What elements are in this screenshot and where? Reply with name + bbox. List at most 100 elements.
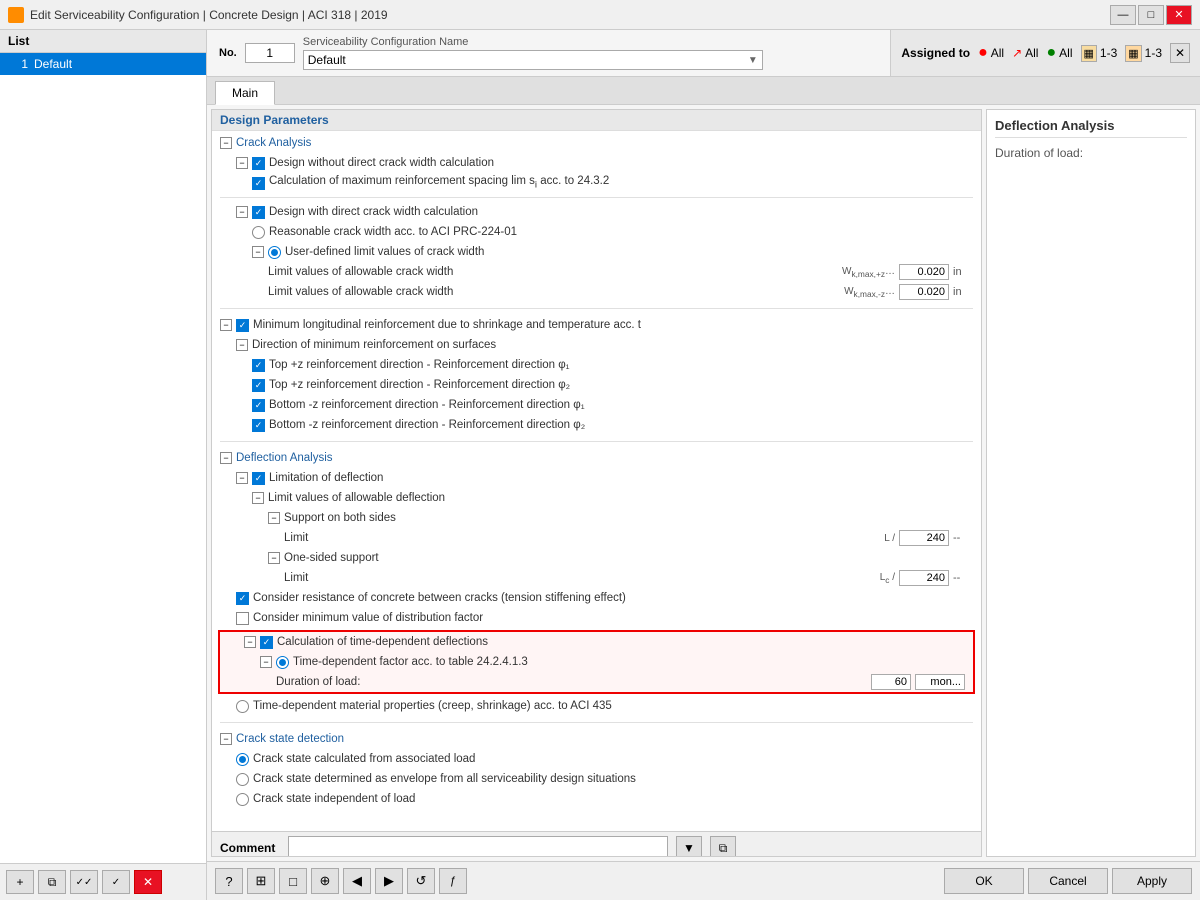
limitation-checkbox[interactable] <box>252 472 265 485</box>
cancel-button[interactable]: Cancel <box>1028 868 1108 894</box>
time-dependent-expand[interactable]: − <box>244 636 256 648</box>
design-with-checkbox[interactable] <box>252 206 265 219</box>
support-one-row: − One-sided support <box>260 548 981 568</box>
bot-z-phi2-checkbox[interactable] <box>252 419 265 432</box>
support-both-limit-label: Limit <box>284 532 884 544</box>
top-z-phi2-checkbox[interactable] <box>252 379 265 392</box>
min-reinforcement-expand[interactable]: − <box>220 319 232 331</box>
support-both-expand[interactable]: − <box>268 512 280 524</box>
params-panel: Design Parameters − Crack Analysis − Des… <box>211 109 982 857</box>
grid-icon-1: ▦ <box>1081 45 1097 62</box>
assigned-badge-1: ● All <box>978 44 1004 62</box>
help-button[interactable]: ? <box>215 868 243 894</box>
crack-value-pos[interactable] <box>899 264 949 280</box>
crack-from-load-label: Crack state calculated from associated l… <box>253 753 973 765</box>
design-without-expand[interactable]: − <box>236 157 248 169</box>
time-dependent-checkbox[interactable] <box>260 636 273 649</box>
copy-button[interactable]: ⧉ <box>38 870 66 894</box>
minimize-button[interactable]: — <box>1110 5 1136 25</box>
undo-button[interactable]: ↺ <box>407 868 435 894</box>
crack-analysis-expand[interactable]: − <box>220 137 232 149</box>
maximize-button[interactable]: □ <box>1138 5 1164 25</box>
crack-limit-neg-values: Wk,max,-z… in <box>844 284 973 300</box>
support-one-label: One-sided support <box>284 552 973 564</box>
window-button[interactable]: □ <box>279 868 307 894</box>
sidebar-item-default[interactable]: 1 Default <box>0 53 206 75</box>
crack-value-neg[interactable] <box>899 284 949 300</box>
crack-unit-neg: in <box>953 286 973 298</box>
design-params-header: Design Parameters <box>212 110 981 131</box>
comment-copy-button[interactable]: ⧉ <box>710 836 736 857</box>
function-button[interactable]: ƒ <box>439 868 467 894</box>
support-one-expand[interactable]: − <box>268 552 280 564</box>
grid-button[interactable]: ⊞ <box>247 868 275 894</box>
limit-values-row: − Limit values of allowable deflection <box>244 488 981 508</box>
app-icon <box>8 7 24 23</box>
name-dropdown[interactable]: Default ▼ <box>303 50 763 70</box>
material-props-label: Time-dependent material properties (cree… <box>253 700 973 712</box>
duration-value[interactable] <box>871 674 911 690</box>
deflection-panel-title: Deflection Analysis <box>995 118 1187 138</box>
deflection-analysis-expand[interactable]: − <box>220 452 232 464</box>
max-spacing-checkbox[interactable] <box>252 177 265 190</box>
sidebar-item-label: Default <box>34 57 72 71</box>
bot-z-phi1-label: Bottom -z reinforcement direction - Rein… <box>269 399 973 411</box>
support-one-value[interactable] <box>899 570 949 586</box>
crack-independent-row: Crack state independent of load <box>228 789 981 809</box>
crack-envelope-radio[interactable] <box>236 773 249 786</box>
crack-independent-radio[interactable] <box>236 793 249 806</box>
design-with-row: − Design with direct crack width calcula… <box>228 202 981 222</box>
user-defined-expand[interactable]: − <box>252 246 264 258</box>
assigned-badge-5: ▦ 1-3 <box>1125 45 1162 62</box>
divider-2 <box>220 308 973 309</box>
design-without-checkbox[interactable] <box>252 157 265 170</box>
add-toolbar-button[interactable]: ⊕ <box>311 868 339 894</box>
prev-button[interactable]: ◀ <box>343 868 371 894</box>
next-button[interactable]: ▶ <box>375 868 403 894</box>
crack-limit-neg-label: Limit values of allowable crack width <box>268 286 844 298</box>
min-reinforcement-row: − Minimum longitudinal reinforcement due… <box>212 315 981 335</box>
material-props-radio[interactable] <box>236 700 249 713</box>
min-reinforcement-checkbox[interactable] <box>236 319 249 332</box>
sidebar-header: List <box>0 30 206 53</box>
sidebar-item-num: 1 <box>8 57 28 71</box>
design-with-expand[interactable]: − <box>236 206 248 218</box>
check2-button[interactable]: ✓ <box>102 870 130 894</box>
crack-independent-label: Crack state independent of load <box>253 793 973 805</box>
sidebar-toolbar: + ⧉ ✓✓ ✓ ✕ <box>0 863 206 900</box>
reasonable-crack-label: Reasonable crack width acc. to ACI PRC-2… <box>269 226 973 238</box>
check1-button[interactable]: ✓✓ <box>70 870 98 894</box>
assigned-delete-button[interactable]: ✕ <box>1170 43 1190 63</box>
direction-expand[interactable]: − <box>236 339 248 351</box>
limit-values-expand[interactable]: − <box>252 492 264 504</box>
comment-input[interactable] <box>288 836 668 857</box>
add-button[interactable]: + <box>6 870 34 894</box>
bot-z-phi1-checkbox[interactable] <box>252 399 265 412</box>
no-input[interactable] <box>245 43 295 63</box>
support-both-value[interactable] <box>899 530 949 546</box>
limitation-expand[interactable]: − <box>236 472 248 484</box>
close-button[interactable]: ✕ <box>1166 5 1192 25</box>
crack-envelope-row: Crack state determined as envelope from … <box>228 769 981 789</box>
time-factor-expand[interactable]: − <box>260 656 272 668</box>
user-defined-radio[interactable] <box>268 246 281 259</box>
consider-minimum-checkbox[interactable] <box>236 612 249 625</box>
consider-resistance-checkbox[interactable] <box>236 592 249 605</box>
time-factor-radio[interactable] <box>276 656 289 669</box>
crack-state-expand[interactable]: − <box>220 733 232 745</box>
design-without-label: Design without direct crack width calcul… <box>269 157 973 169</box>
ok-button[interactable]: OK <box>944 868 1024 894</box>
deflection-analysis-group: − Deflection Analysis − Limitation of de… <box>212 446 981 718</box>
tab-main[interactable]: Main <box>215 81 275 105</box>
crack-from-load-radio[interactable] <box>236 753 249 766</box>
divider-1 <box>220 197 973 198</box>
crack-analysis-group: − Crack Analysis − Design without direct… <box>212 131 981 304</box>
reasonable-crack-radio[interactable] <box>252 226 265 239</box>
top-z-phi1-checkbox[interactable] <box>252 359 265 372</box>
delete-button[interactable]: ✕ <box>134 870 162 894</box>
crack-state-group: − Crack state detection Crack state calc… <box>212 727 981 811</box>
min-reinforcement-label: Minimum longitudinal reinforcement due t… <box>253 319 973 331</box>
comment-dropdown-button[interactable]: ▼ <box>676 836 702 857</box>
duration-unit-button[interactable]: mon... <box>915 674 965 690</box>
apply-button[interactable]: Apply <box>1112 868 1192 894</box>
